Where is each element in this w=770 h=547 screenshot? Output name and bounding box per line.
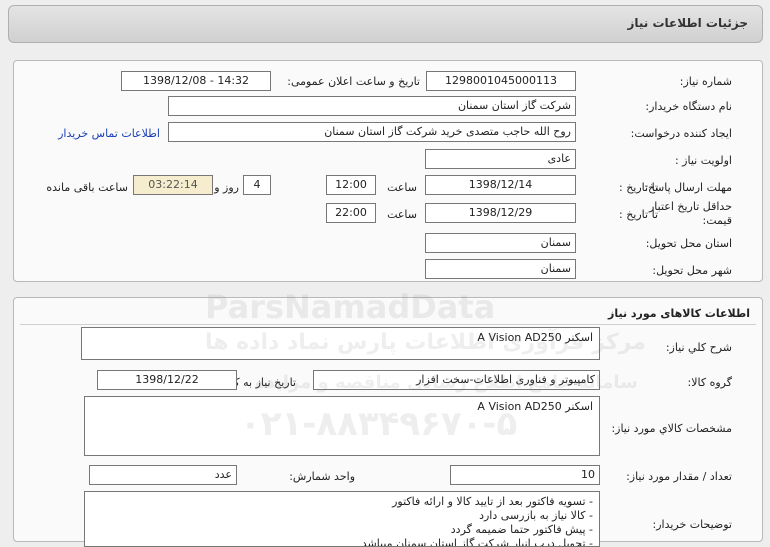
delivery-city-label: شهر محل تحویل:: [652, 264, 732, 277]
goods-section-title: اطلاعات کالاهای مورد نیاز: [608, 307, 750, 320]
goods-group-field: کامپیوتر و فناوری اطلاعات-سخت افزار: [313, 370, 600, 390]
quantity-field: 10: [450, 465, 600, 485]
buyer-note-line: - تحویل درب انبار شرکت گاز استان سمنان م…: [361, 537, 593, 547]
summary-label: شرح کلي نياز:: [665, 341, 732, 354]
validity-to-date-label: تا تاریخ :: [619, 208, 658, 221]
need-date-field: 1398/12/22: [97, 370, 237, 390]
unit-field: عدد: [89, 465, 237, 485]
remaining-time-field: 03:22:14: [133, 175, 213, 195]
summary-field: اسکنر A Vision AD250: [81, 327, 600, 360]
specs-label: مشخصات کالاي مورد نياز:: [611, 422, 732, 435]
need-number-field: 1298001045000113: [426, 71, 576, 91]
delivery-province-label: استان محل تحویل:: [645, 237, 732, 250]
specs-field: اسکنر A Vision AD250: [84, 396, 600, 456]
reply-time-field: 12:00: [326, 175, 376, 195]
unit-label: واحد شمارش:: [289, 470, 355, 483]
reply-time-label: ساعت: [387, 181, 417, 194]
remaining-time-label: ساعت باقی مانده: [46, 181, 128, 194]
buyer-notes-label: توضیحات خریدار:: [652, 518, 733, 531]
buyer-note-line: - تسویه فاکتور بعد از تایید کالا و ارائه…: [392, 495, 593, 508]
goods-section-divider: [20, 324, 756, 325]
summary-text: اسکنر A Vision AD250: [477, 331, 593, 344]
buyer-org-label: نام دستگاه خریدار:: [645, 100, 732, 113]
goods-group-label: گروه کالا:: [687, 376, 732, 389]
announce-date-field: 1398/12/08 - 14:32: [121, 71, 271, 91]
buyer-org-field: شرکت گاز استان سمنان: [168, 96, 576, 116]
announce-date-label: تاریخ و ساعت اعلان عمومی:: [287, 75, 420, 88]
page-title: جزئیات اطلاعات نیاز: [627, 16, 748, 30]
reply-to-date-label: تا تاریخ :: [619, 181, 658, 194]
priority-label: اولویت نیاز :: [674, 154, 732, 167]
validity-date-field: 1398/12/29: [425, 203, 576, 223]
buyer-note-line: - پیش فاکتور حتما ضمیمه گردد: [450, 523, 593, 536]
need-number-label: شماره نیاز:: [679, 75, 732, 88]
validity-time-label: ساعت: [387, 208, 417, 221]
specs-text: اسکنر A Vision AD250: [477, 400, 593, 413]
priority-field: عادی: [425, 149, 576, 169]
buyer-note-line: - کالا نیاز به بازرسی دارد: [479, 509, 593, 522]
delivery-city-field: سمنان: [425, 259, 576, 279]
remaining-days-field: 4: [243, 175, 271, 195]
creator-field: روح الله حاجب متصدی خرید شرکت گاز استان …: [168, 122, 576, 142]
page-title-bar: جزئیات اطلاعات نیاز: [8, 5, 763, 43]
validity-time-field: 22:00: [326, 203, 376, 223]
price-validity-label: حداقل تاریخ اعتبار قیمت:: [648, 200, 732, 227]
reply-date-field: 1398/12/14: [425, 175, 576, 195]
buyer-notes-field: - تسویه فاکتور بعد از تایید کالا و ارائه…: [84, 491, 600, 547]
delivery-province-field: سمنان: [425, 233, 576, 253]
remaining-days-label: روز و: [214, 181, 239, 194]
quantity-label: تعداد / مقدار مورد نیاز:: [626, 470, 732, 483]
creator-label: ایجاد کننده درخواست:: [630, 127, 732, 140]
buyer-contact-link[interactable]: اطلاعات تماس خریدار: [58, 127, 160, 140]
